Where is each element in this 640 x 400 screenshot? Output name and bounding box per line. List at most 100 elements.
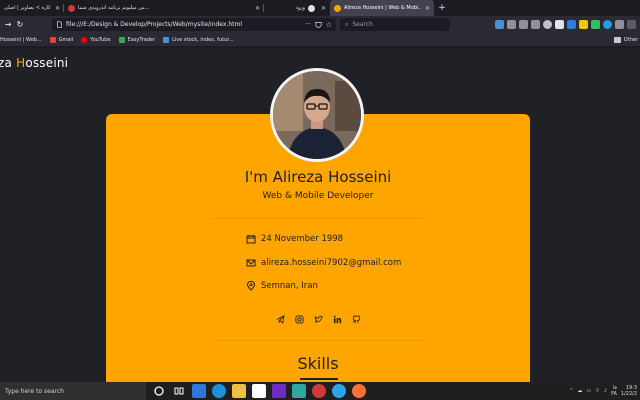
battery-icon[interactable]: ▭: [586, 388, 591, 394]
other-bookmarks[interactable]: Other: [613, 36, 638, 43]
email-text[interactable]: alireza.hosseini7902@gmail.com: [261, 258, 401, 268]
volume-icon[interactable]: ♪: [604, 388, 607, 394]
chevron-up-icon[interactable]: ⌃: [569, 388, 573, 394]
browser-tab-3[interactable]: ورود ✕: [264, 0, 330, 16]
reload-icon[interactable]: ↻: [14, 19, 26, 31]
reader-icon[interactable]: [531, 20, 540, 29]
bookmark-youtube[interactable]: YouTube: [81, 36, 111, 43]
app-icon[interactable]: [272, 384, 286, 398]
network-icon[interactable]: ⌔: [595, 388, 600, 394]
lang-code: FA: [611, 391, 617, 397]
logo-text: za: [0, 56, 13, 70]
telegram-app-icon[interactable]: [332, 384, 346, 398]
system-tray: ⌃ ☁ ▭ ⌔ ♪ فا FA 19:3 1/22/2: [569, 382, 637, 400]
search-icon: ⌕: [345, 20, 349, 28]
bookmark-gmail[interactable]: Gmail: [49, 36, 74, 43]
bookmark-label: YouTube: [90, 36, 111, 43]
bookmark-label: EasyTrader: [127, 36, 156, 43]
telegram-icon[interactable]: [275, 314, 285, 324]
extension-icon[interactable]: [579, 20, 588, 29]
search-placeholder: Search: [352, 21, 373, 28]
avatar: [270, 68, 364, 162]
store-icon[interactable]: [252, 384, 266, 398]
app-icon[interactable]: [312, 384, 326, 398]
address-bar[interactable]: file:///E:/Design & Develop/Projects/Web…: [52, 18, 336, 31]
twitter-icon[interactable]: [313, 314, 323, 324]
extension-icon[interactable]: [603, 20, 612, 29]
tab-strip: ابعاد کاره > تصاویر | اصلی ✕ من میلیونم …: [0, 0, 640, 16]
library-icon[interactable]: [507, 20, 516, 29]
extension-icon[interactable]: [591, 20, 600, 29]
sidebar-icon[interactable]: [519, 20, 528, 29]
avatar-photo: [273, 71, 361, 159]
extensions-puzzle-icon[interactable]: [615, 20, 624, 29]
cortana-icon[interactable]: [152, 384, 166, 398]
edge-icon[interactable]: [212, 384, 226, 398]
linkedin-icon[interactable]: [332, 314, 342, 324]
close-icon[interactable]: ✕: [255, 5, 260, 12]
location-text: Semnan, Iran: [261, 281, 318, 291]
clock-date: 1/22/2: [620, 391, 637, 397]
extension-icon[interactable]: [567, 20, 576, 29]
more-icon[interactable]: ···: [305, 21, 311, 28]
file-app-icon[interactable]: [192, 384, 206, 398]
menu-icon[interactable]: [627, 20, 636, 29]
search-box[interactable]: ⌕ Search: [340, 18, 450, 31]
browser-tab-active[interactable]: Alireza Hosseini | Web & Mobi... ✕: [330, 0, 434, 16]
github-icon[interactable]: [351, 314, 361, 324]
greeting-text: I'm: [244, 168, 273, 186]
browser-tab-1[interactable]: ابعاد کاره > تصاویر | اصلی ✕: [0, 0, 64, 16]
other-bookmarks-label: Other: [623, 36, 638, 43]
mail-icon: [246, 259, 256, 267]
bookmark-label: Live stock, index, futur...: [172, 36, 234, 43]
task-view-icon[interactable]: [172, 384, 186, 398]
divider: [212, 218, 424, 219]
youtube-icon: [81, 36, 88, 43]
bookmarks-toolbar: Hosseini | Web... Gmail YouTube EasyTrad…: [0, 33, 640, 47]
site-logo[interactable]: za Hosseini: [0, 56, 68, 70]
forward-icon[interactable]: →: [2, 19, 14, 31]
windows-taskbar: Type here to search ⌃ ☁ ▭ ⌔ ♪ فا FA 19:3…: [0, 382, 640, 400]
tab-title: ورود: [295, 5, 305, 11]
extension-icon[interactable]: [555, 20, 564, 29]
cloud-icon[interactable]: ☁: [577, 388, 582, 394]
birthdate-row: 24 November 1998: [246, 234, 343, 244]
bookmark-label: Gmail: [58, 36, 74, 43]
stock-icon: [163, 36, 170, 43]
navigation-toolbar: → ↻ file:///E:/Design & Develop/Projects…: [0, 16, 640, 33]
profile-name: I'm Alireza Hosseini: [106, 168, 530, 186]
close-icon[interactable]: ✕: [425, 5, 430, 12]
logo-accent: H: [16, 56, 26, 70]
app-icon[interactable]: [292, 384, 306, 398]
clock[interactable]: 19:3 1/22/2: [621, 385, 637, 397]
file-explorer-icon[interactable]: [232, 384, 246, 398]
bookmark-star-icon[interactable]: ☆: [326, 21, 332, 29]
close-icon[interactable]: ✕: [321, 5, 326, 12]
bookmark-item[interactable]: Hosseini | Web...: [0, 37, 42, 43]
close-icon[interactable]: ✕: [55, 5, 60, 12]
birthdate-text: 24 November 1998: [261, 234, 344, 244]
tab-title: Alireza Hosseini | Web & Mobi...: [344, 5, 422, 11]
bookmark-live-stock[interactable]: Live stock, index, futur...: [163, 36, 234, 43]
divider: [212, 340, 424, 341]
bookmark-label: Hosseini | Web...: [0, 36, 42, 43]
pocket-icon[interactable]: [315, 21, 322, 28]
favicon-icon: [334, 4, 341, 12]
bookmark-easytrader[interactable]: EasyTrader: [118, 36, 156, 43]
language-indicator[interactable]: فا FA: [611, 385, 617, 397]
favicon-icon: [307, 4, 315, 12]
skills-heading: Skills: [297, 354, 339, 373]
firefox-icon[interactable]: [352, 384, 366, 398]
toolbar-icons: [495, 18, 636, 31]
taskbar-search[interactable]: Type here to search: [0, 382, 146, 400]
profile-role: Web & Mobile Developer: [262, 191, 374, 201]
favicon-icon: [68, 4, 75, 12]
tab-title: من میلیونم برنامه اندرویدی شما...: [78, 5, 150, 11]
new-tab-button[interactable]: +: [434, 0, 450, 16]
downloads-icon[interactable]: [495, 20, 504, 29]
account-icon[interactable]: [543, 20, 552, 29]
tab-title: ابعاد کاره > تصاویر | اصلی: [4, 5, 52, 11]
browser-tab-2[interactable]: من میلیونم برنامه اندرویدی شما... ✕: [64, 0, 264, 16]
instagram-icon[interactable]: [294, 314, 304, 324]
social-links: [106, 314, 530, 324]
